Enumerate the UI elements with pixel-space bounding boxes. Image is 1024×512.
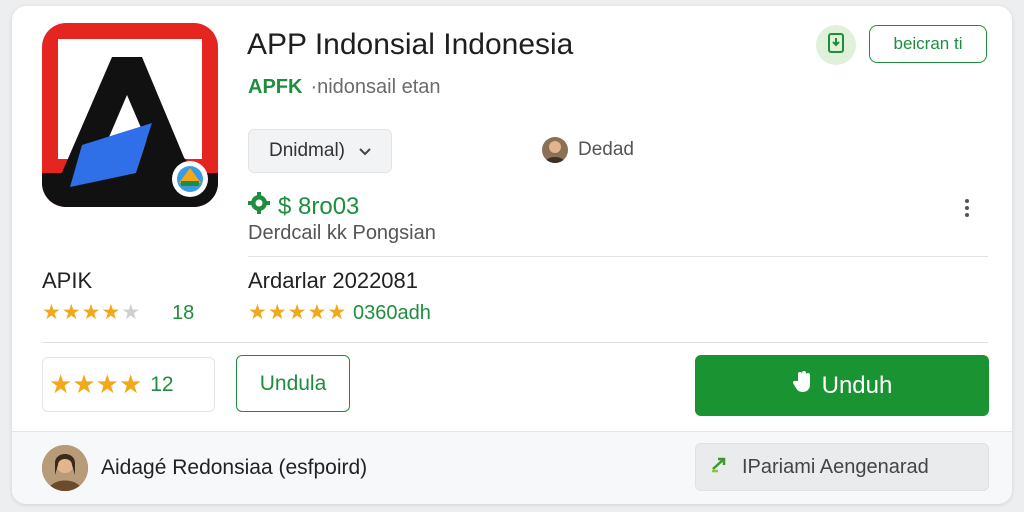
- install-label: Unduh: [821, 371, 893, 399]
- star-filled-icon: ★: [61, 301, 82, 324]
- install-button[interactable]: Unduh: [695, 355, 989, 416]
- divider: [248, 256, 988, 257]
- stat-stars: ★★★★★: [42, 300, 141, 325]
- footer: Aidagé Redonsiaa (esfpoird) IPariami Aen…: [12, 431, 1012, 504]
- star-filled-icon: ★: [72, 369, 96, 399]
- chevron-down-icon: [359, 140, 371, 162]
- subtitle-text: ·nidonsail etan: [310, 76, 441, 98]
- star-filled-icon: ★: [81, 301, 102, 324]
- version-dropdown[interactable]: Dnidmal): [248, 129, 392, 173]
- app-subtitle: APFK ·nidonsail etan: [248, 76, 441, 99]
- star-filled-icon: ★: [327, 301, 348, 324]
- price-row: $ 8ro03: [248, 192, 359, 221]
- wishlist-button[interactable]: [816, 25, 856, 65]
- top-action-button[interactable]: beicran ti: [869, 25, 987, 63]
- star-filled-icon: ★: [42, 301, 62, 324]
- avatar: [42, 445, 88, 491]
- star-filled-icon: ★: [287, 301, 308, 324]
- stat-stars: ★★★★★: [248, 300, 347, 325]
- developer-name: Dedad: [578, 139, 634, 160]
- hand-icon: [792, 370, 814, 401]
- star-filled-icon: ★: [118, 369, 143, 399]
- star-filled-icon: ★: [267, 301, 288, 324]
- star-filled-icon: ★: [307, 301, 328, 324]
- stat-count: 0360adh: [353, 302, 431, 324]
- star-empty-icon: ★: [121, 301, 142, 324]
- star-filled-icon: ★: [248, 301, 268, 324]
- price-value: $ 8ro03: [278, 192, 360, 220]
- app-logo-icon: [42, 23, 218, 207]
- bookmark-icon: [827, 32, 845, 59]
- footer-link-button[interactable]: IPariami Aengenarad: [695, 443, 989, 491]
- star-filled-icon: ★: [49, 369, 73, 399]
- more-options-icon[interactable]: [956, 193, 978, 223]
- stat-label: Ardarlar 2022081: [248, 268, 419, 293]
- link-arrow-icon: [710, 455, 732, 479]
- rating-stars: ★★★★: [49, 369, 142, 400]
- rating-value: 12: [150, 372, 174, 396]
- developer-brand[interactable]: APFK: [248, 76, 302, 98]
- divider: [42, 342, 988, 343]
- secondary-button[interactable]: Undula: [236, 355, 350, 412]
- gear-icon: [248, 192, 270, 221]
- developer-avatar: [542, 137, 568, 163]
- app-title: APP Indonsial Indonesia: [247, 28, 574, 61]
- user-text: Aidagé Redonsiaa (esfpoird): [101, 456, 368, 479]
- rating-button[interactable]: ★★★★ 12: [42, 357, 215, 412]
- app-card: APP Indonsial Indonesia APFK ·nidonsail e…: [12, 6, 1012, 504]
- stat-count: 18: [172, 302, 195, 324]
- developer-info[interactable]: Dedad: [542, 137, 634, 163]
- dropdown-label: Dnidmal): [268, 140, 346, 161]
- price-note: Derdcail kk Pongsian: [248, 222, 436, 244]
- star-filled-icon: ★: [95, 369, 119, 399]
- star-filled-icon: ★: [101, 301, 122, 324]
- stat-label: APIK: [42, 268, 93, 293]
- footer-button-label: IPariami Aengenarad: [742, 455, 929, 478]
